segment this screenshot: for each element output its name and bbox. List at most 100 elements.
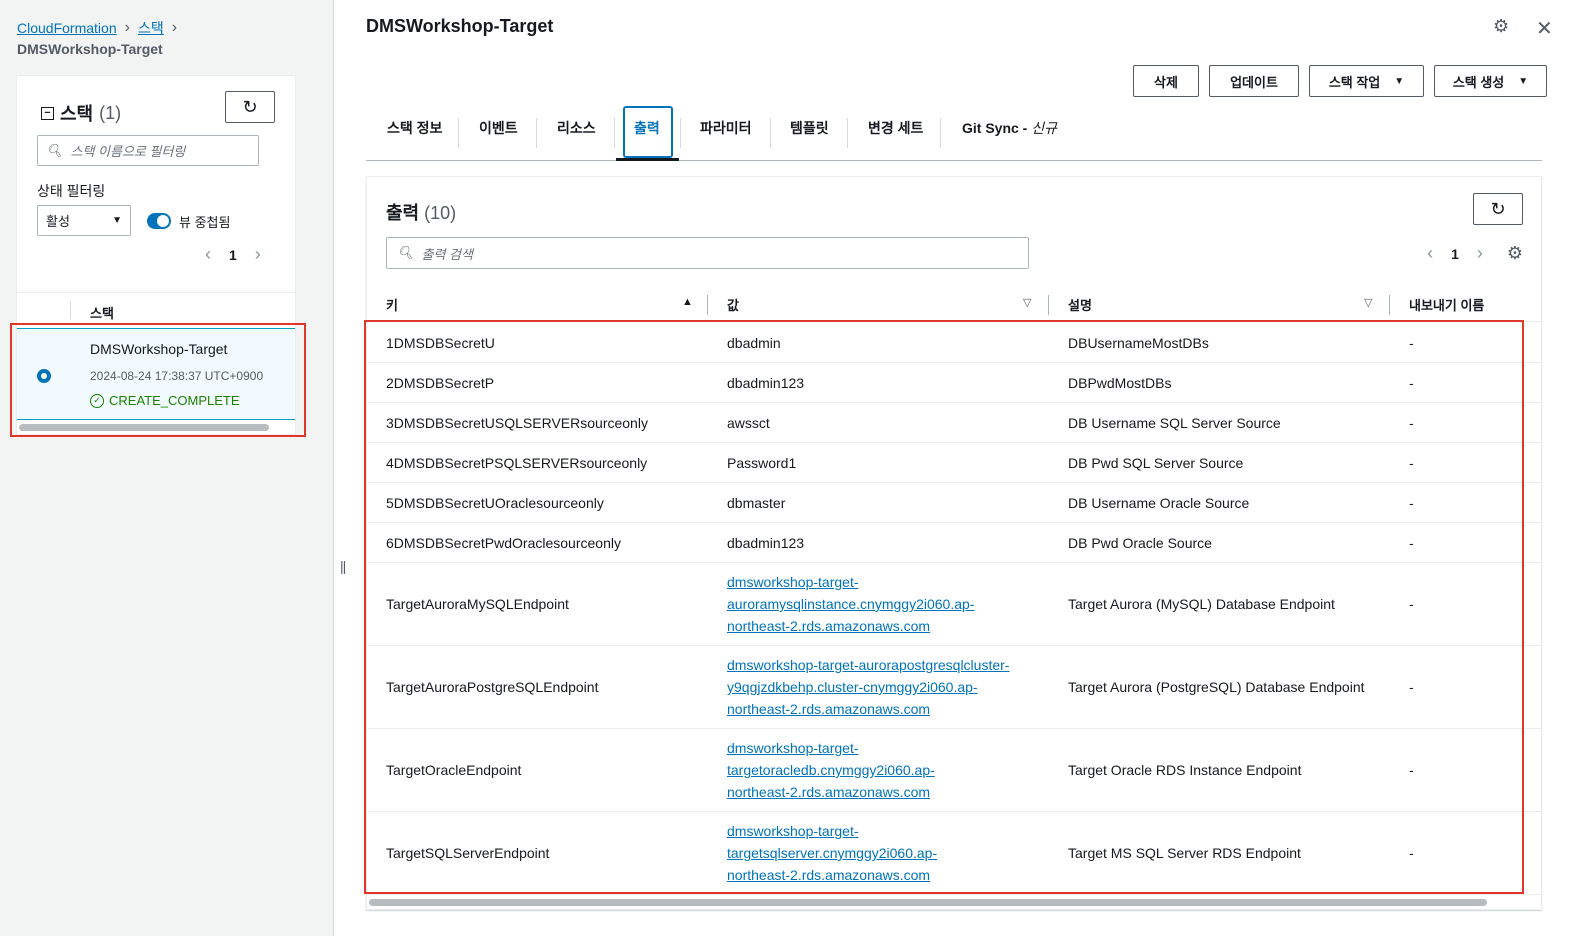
- sort-icon[interactable]: ▽: [1023, 296, 1031, 309]
- output-value: dbadmin: [727, 334, 781, 351]
- stack-radio-selected[interactable]: [37, 369, 51, 383]
- breadcrumb-stacks-link[interactable]: 스택: [138, 18, 164, 38]
- close-icon[interactable]: ✕: [1536, 16, 1553, 41]
- output-key: 2DMSDBSecretP: [386, 374, 495, 391]
- column-description[interactable]: 설명: [1068, 295, 1092, 314]
- outputs-table-header: 키 ▲ 값 ▽ 설명 ▽ 내보내기 이름: [367, 287, 1541, 322]
- delete-button[interactable]: 삭제: [1133, 65, 1199, 97]
- column-export-name[interactable]: 내보내기 이름: [1409, 295, 1484, 314]
- new-tag: 신규: [1031, 120, 1057, 136]
- tab-resources[interactable]: 리소스: [557, 118, 596, 138]
- tab-change-sets[interactable]: 변경 세트: [868, 118, 923, 138]
- output-value-line[interactable]: northeast-2.rds.amazonaws.com: [727, 701, 930, 717]
- panel-resize-handle[interactable]: ||: [340, 558, 346, 574]
- page-title: DMSWorkshop-Target: [366, 16, 554, 36]
- outputs-count: (10): [424, 203, 457, 223]
- column-divider[interactable]: [1048, 295, 1049, 315]
- output-value-line[interactable]: dmsworkshop-target-aurorapostgresqlclust…: [727, 657, 1009, 673]
- output-value-line[interactable]: dmsworkshop-target-: [727, 740, 859, 756]
- output-value-line[interactable]: northeast-2.rds.amazonaws.com: [727, 784, 930, 800]
- output-value-line[interactable]: y9qgjzdkbehp.cluster-cnymggy2i060.ap-: [727, 679, 978, 695]
- column-divider: [70, 301, 71, 319]
- output-value-link[interactable]: dmsworkshop-target-targetsqlserver.cnymg…: [727, 823, 937, 883]
- sort-ascending-icon[interactable]: ▲: [682, 296, 693, 308]
- output-value-line[interactable]: northeast-2.rds.amazonaws.com: [727, 618, 930, 634]
- column-key[interactable]: 키: [386, 295, 398, 314]
- output-value-link[interactable]: dmsworkshop-target-aurorapostgresqlclust…: [727, 657, 1009, 717]
- tab-stack-info[interactable]: 스택 정보: [387, 118, 442, 138]
- collapse-icon[interactable]: −: [41, 106, 54, 120]
- output-value[interactable]: dmsworkshop-target-aurorapostgresqlclust…: [727, 654, 1009, 720]
- table-row: 4DMSDBSecretPSQLSERVERsourceonly Password…: [367, 443, 1541, 483]
- next-page-icon[interactable]: ›: [1477, 243, 1483, 264]
- refresh-icon: ↻: [1490, 198, 1506, 219]
- previous-page-icon[interactable]: ‹: [1427, 243, 1433, 264]
- output-export-name: -: [1409, 374, 1414, 391]
- tab-parameters[interactable]: 파라미터: [700, 118, 752, 138]
- output-value[interactable]: dmsworkshop-target-auroramysqlinstance.c…: [727, 571, 974, 637]
- stacks-page-number[interactable]: 1: [229, 247, 237, 263]
- tab-git-sync[interactable]: Git Sync - 신규: [962, 118, 1057, 138]
- horizontal-scrollbar[interactable]: [369, 899, 1487, 906]
- table-row: TargetAuroraMySQLEndpoint dmsworkshop-tar…: [367, 563, 1541, 646]
- output-value-line[interactable]: targetoracledb.cnymggy2i060.ap-: [727, 762, 935, 778]
- check-circle-icon: ✓: [90, 393, 104, 408]
- nested-view-toggle[interactable]: [147, 213, 171, 229]
- stack-actions-toolbar: 삭제 업데이트 스택 작업 ▼ 스택 생성 ▼: [1133, 65, 1547, 97]
- horizontal-scrollbar[interactable]: [19, 424, 269, 431]
- outputs-page-number[interactable]: 1: [1451, 246, 1459, 262]
- outputs-title: 출력: [386, 203, 420, 223]
- previous-page-icon[interactable]: ‹: [205, 244, 211, 265]
- stacks-title: 스택: [60, 104, 94, 124]
- create-stack-button[interactable]: 스택 생성 ▼: [1434, 65, 1547, 97]
- stack-column-label[interactable]: 스택: [90, 303, 114, 322]
- output-description: DB Username Oracle Source: [1068, 494, 1250, 511]
- output-value-link[interactable]: dmsworkshop-target-auroramysqlinstance.c…: [727, 574, 974, 634]
- gear-icon[interactable]: ⚙: [1507, 243, 1523, 264]
- tab-template[interactable]: 템플릿: [790, 118, 829, 138]
- output-key: TargetSQLServerEndpoint: [386, 845, 550, 861]
- column-divider[interactable]: [707, 295, 708, 315]
- chevron-right-icon: ›: [124, 19, 130, 36]
- tab-events[interactable]: 이벤트: [479, 118, 518, 138]
- tab-outputs[interactable]: 출력: [634, 118, 660, 138]
- breadcrumb-cloudformation-link[interactable]: CloudFormation: [17, 20, 117, 36]
- output-value-line[interactable]: auroramysqlinstance.cnymggy2i060.ap-: [727, 596, 974, 612]
- table-row: TargetOracleEndpoint dmsworkshop-target-t…: [367, 729, 1541, 812]
- outputs-search-placeholder: 출력 검색: [421, 246, 473, 262]
- refresh-outputs-button[interactable]: ↻: [1473, 193, 1523, 225]
- table-row: 1DMSDBSecretU dbadmin DBUsernameMostDBs -: [367, 323, 1541, 363]
- output-value-line[interactable]: dmsworkshop-target-: [727, 823, 859, 839]
- stacks-column-header: 스택: [17, 292, 295, 328]
- delete-label: 삭제: [1154, 74, 1178, 90]
- output-value: dbmaster: [727, 494, 786, 511]
- output-value: dbadmin123: [727, 534, 805, 551]
- output-export-name: -: [1409, 534, 1414, 551]
- update-button[interactable]: 업데이트: [1209, 65, 1299, 97]
- sort-icon[interactable]: ▽: [1364, 296, 1372, 309]
- refresh-stacks-button[interactable]: ↻: [225, 91, 275, 123]
- output-export-name: -: [1409, 414, 1414, 431]
- column-value[interactable]: 값: [727, 295, 739, 314]
- status-filter-select[interactable]: 활성 ▼: [37, 205, 131, 236]
- next-page-icon[interactable]: ›: [255, 244, 261, 265]
- table-row: 5DMSDBSecretUOraclesourceonly dbmaster DB …: [367, 483, 1541, 523]
- table-row: 6DMSDBSecretPwdOraclesourceonly dbadmin12…: [367, 523, 1541, 563]
- stack-row[interactable]: DMSWorkshop-Target 2024-08-24 17:38:37 U…: [17, 328, 295, 420]
- output-value-line[interactable]: dmsworkshop-target-: [727, 574, 859, 590]
- column-divider[interactable]: [1389, 295, 1390, 315]
- outputs-search-input[interactable]: 🔍︎ 출력 검색: [386, 237, 1029, 269]
- output-value-link[interactable]: dmsworkshop-target-targetoracledb.cnymgg…: [727, 740, 935, 800]
- active-tab-indicator: [616, 158, 679, 161]
- stack-filter-input[interactable]: 🔍︎ 스택 이름으로 필터링: [37, 135, 259, 166]
- stack-actions-button[interactable]: 스택 작업 ▼: [1309, 65, 1424, 97]
- output-value-line[interactable]: targetsqlserver.cnymggy2i060.ap-: [727, 845, 937, 861]
- output-value[interactable]: dmsworkshop-target-targetsqlserver.cnymg…: [727, 820, 937, 886]
- gear-icon[interactable]: ⚙: [1493, 16, 1509, 37]
- table-row: 3DMSDBSecretUSQLSERVERsourceonly awssct DB…: [367, 403, 1541, 443]
- output-export-name: -: [1409, 596, 1414, 612]
- output-value-line[interactable]: northeast-2.rds.amazonaws.com: [727, 867, 930, 883]
- stack-name[interactable]: DMSWorkshop-Target: [90, 341, 227, 357]
- output-description: DB Username SQL Server Source: [1068, 414, 1281, 431]
- output-value[interactable]: dmsworkshop-target-targetoracledb.cnymgg…: [727, 737, 935, 803]
